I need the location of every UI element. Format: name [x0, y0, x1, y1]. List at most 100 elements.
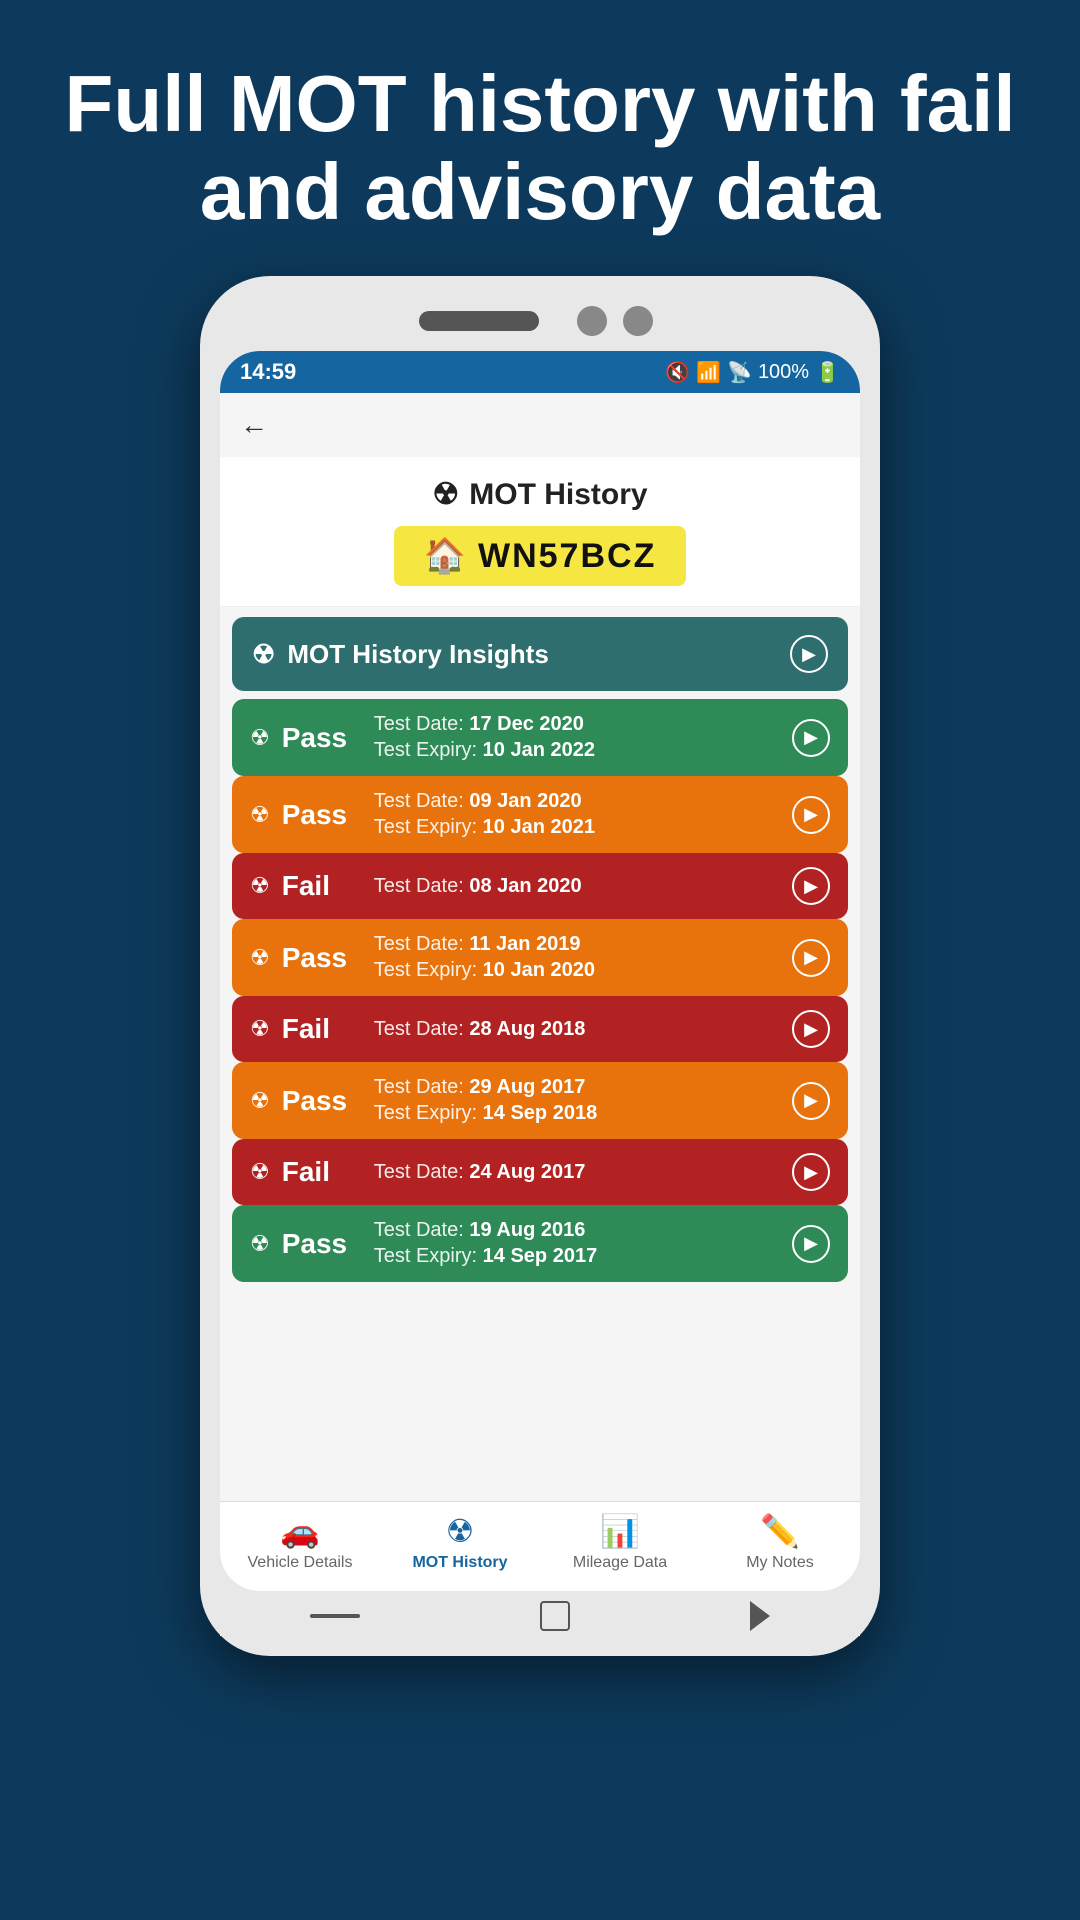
- mot-dates-7: Test Date: 19 Aug 2016 Test Expiry: 14 Se…: [374, 1219, 597, 1268]
- mot-test-date-6: Test Date: 24 Aug 2017: [374, 1161, 586, 1184]
- mot-play-btn-6[interactable]: ▶: [792, 1153, 830, 1191]
- phone-top-bar: [220, 296, 860, 351]
- nav-item-vehicle-details[interactable]: 🚗 Vehicle Details: [220, 1512, 380, 1583]
- mot-expiry-0: Test Expiry: 10 Jan 2022: [374, 739, 595, 762]
- signal-icon: 📡: [727, 360, 752, 385]
- back-button[interactable]: ←: [240, 409, 268, 441]
- mot-play-btn-4[interactable]: ▶: [792, 1010, 830, 1048]
- mot-result-3: Pass: [282, 942, 362, 974]
- mot-hazmat-icon-4: ☢: [250, 1016, 270, 1042]
- mot-test-date-7: Test Date: 19 Aug 2016: [374, 1219, 597, 1242]
- mot-play-btn-0[interactable]: ▶: [792, 719, 830, 757]
- home-nav-recent[interactable]: [310, 1614, 360, 1618]
- mot-hazmat-icon-7: ☢: [250, 1231, 270, 1257]
- mot-dates-6: Test Date: 24 Aug 2017: [374, 1161, 586, 1184]
- hazmat-nav-icon: ☢: [446, 1512, 475, 1550]
- mot-hazmat-icon-3: ☢: [250, 945, 270, 971]
- battery-text: 100%: [758, 361, 809, 384]
- mot-result-7: Pass: [282, 1228, 362, 1260]
- mot-dates-1: Test Date: 09 Jan 2020 Test Expiry: 10 Ja…: [374, 790, 595, 839]
- page-title-section: ☢ MOT History 🏠 WN57BCZ: [220, 457, 860, 607]
- mot-test-date-4: Test Date: 28 Aug 2018: [374, 1018, 586, 1041]
- phone-camera-left: [577, 306, 607, 336]
- mot-hazmat-icon-0: ☢: [250, 725, 270, 751]
- mot-test-date-1: Test Date: 09 Jan 2020: [374, 790, 595, 813]
- mot-test-date-3: Test Date: 11 Jan 2019: [374, 933, 595, 956]
- mot-result-6: Fail: [282, 1156, 362, 1188]
- insights-row[interactable]: ☢ MOT History Insights ▶: [232, 617, 848, 691]
- bottom-nav: 🚗 Vehicle Details ☢ MOT History 📊 Mileag…: [220, 1501, 860, 1591]
- pencil-icon: ✏️: [760, 1512, 800, 1550]
- insights-label: MOT History Insights: [287, 639, 548, 670]
- mot-dates-0: Test Date: 17 Dec 2020 Test Expiry: 10 Ja…: [374, 713, 595, 762]
- mot-row-left-1: ☢PassTest Date: 09 Jan 2020Test Expiry: …: [250, 790, 595, 839]
- plate-badge: 🏠 WN57BCZ: [394, 526, 687, 586]
- car-icon: 🚗: [280, 1512, 320, 1550]
- mot-dates-3: Test Date: 11 Jan 2019 Test Expiry: 10 Ja…: [374, 933, 595, 982]
- mot-row-left-7: ☢ Pass Test Date: 19 Aug 2016 Test Expiry: …: [250, 1219, 597, 1268]
- nav-label-mot: MOT History: [412, 1554, 507, 1572]
- mot-play-btn-5[interactable]: ▶: [792, 1082, 830, 1120]
- scroll-content[interactable]: ☢ MOT History Insights ▶ ☢PassTest Date:…: [220, 607, 860, 1501]
- mot-result-2: Fail: [282, 870, 362, 902]
- mot-play-btn-2[interactable]: ▶: [792, 867, 830, 905]
- mot-row-left-0: ☢ Pass Test Date: 17 Dec 2020 Test Expiry: …: [250, 713, 595, 762]
- hero-text: Full MOT history with fail and advisory …: [0, 0, 1080, 276]
- mot-test-date-0: Test Date: 17 Dec 2020: [374, 713, 595, 736]
- nav-label-vehicle: Vehicle Details: [248, 1554, 353, 1572]
- mot-row-7[interactable]: ☢ Pass Test Date: 19 Aug 2016 Test Expiry: …: [232, 1205, 848, 1282]
- mute-icon: 🔇: [665, 360, 690, 385]
- phone-screen: 14:59 🔇 📶 📡 100% 🔋 ← ☢ MOT History 🏠 WN5…: [220, 351, 860, 1591]
- mot-row-left-5: ☢PassTest Date: 29 Aug 2017Test Expiry: …: [250, 1076, 597, 1125]
- wifi-icon: 📶: [696, 360, 721, 385]
- phone-speaker: [419, 311, 539, 331]
- mot-test-date-2: Test Date: 08 Jan 2020: [374, 875, 582, 898]
- mot-row-6[interactable]: ☢ Fail Test Date: 24 Aug 2017 ▶: [232, 1139, 848, 1205]
- status-time: 14:59: [240, 359, 296, 385]
- phone-camera-right: [623, 306, 653, 336]
- mot-row-1[interactable]: ☢PassTest Date: 09 Jan 2020Test Expiry: …: [232, 776, 848, 853]
- home-indicator: [220, 1591, 860, 1636]
- status-icons: 🔇 📶 📡 100% 🔋: [665, 360, 840, 385]
- mot-row-left-4: ☢FailTest Date: 28 Aug 2018: [250, 1013, 585, 1045]
- mot-expiry-1: Test Expiry: 10 Jan 2021: [374, 816, 595, 839]
- mot-dates-2: Test Date: 08 Jan 2020: [374, 875, 582, 898]
- mot-hazmat-icon-1: ☢: [250, 802, 270, 828]
- nav-label-notes: My Notes: [746, 1554, 814, 1572]
- chart-icon: 📊: [600, 1512, 640, 1550]
- mot-expiry-5: Test Expiry: 14 Sep 2018: [374, 1102, 597, 1125]
- mot-result-0: Pass: [282, 722, 362, 754]
- mot-expiry-7: Test Expiry: 14 Sep 2017: [374, 1245, 597, 1268]
- mot-result-5: Pass: [282, 1085, 362, 1117]
- mot-row-5[interactable]: ☢PassTest Date: 29 Aug 2017Test Expiry: …: [232, 1062, 848, 1139]
- insights-hazmat-icon: ☢: [252, 639, 275, 670]
- mot-dates-5: Test Date: 29 Aug 2017Test Expiry: 14 Se…: [374, 1076, 597, 1125]
- mot-play-btn-7[interactable]: ▶: [792, 1225, 830, 1263]
- mot-row-4[interactable]: ☢FailTest Date: 28 Aug 2018 ▶: [232, 996, 848, 1062]
- insights-left: ☢ MOT History Insights: [252, 639, 549, 670]
- mot-title-icon: ☢: [432, 477, 459, 512]
- mot-records-list: ☢ Pass Test Date: 17 Dec 2020 Test Expiry: …: [232, 699, 848, 1282]
- battery-icon: 🔋: [815, 360, 840, 385]
- home-nav-home[interactable]: [540, 1601, 570, 1631]
- mot-row-0[interactable]: ☢ Pass Test Date: 17 Dec 2020 Test Expiry: …: [232, 699, 848, 776]
- mot-play-btn-1[interactable]: ▶: [792, 796, 830, 834]
- mot-expiry-3: Test Expiry: 10 Jan 2020: [374, 959, 595, 982]
- mot-play-btn-3[interactable]: ▶: [792, 939, 830, 977]
- status-bar: 14:59 🔇 📶 📡 100% 🔋: [220, 351, 860, 393]
- page-title: ☢ MOT History: [240, 477, 840, 512]
- mot-dates-4: Test Date: 28 Aug 2018: [374, 1018, 586, 1041]
- page-title-text: MOT History: [469, 478, 647, 512]
- mot-hazmat-icon-2: ☢: [250, 873, 270, 899]
- mot-hazmat-icon-6: ☢: [250, 1159, 270, 1185]
- nav-item-mot-history[interactable]: ☢ MOT History: [380, 1512, 540, 1583]
- mot-row-2[interactable]: ☢ Fail Test Date: 08 Jan 2020 ▶: [232, 853, 848, 919]
- home-nav-back[interactable]: [750, 1601, 770, 1631]
- mot-row-left-6: ☢ Fail Test Date: 24 Aug 2017: [250, 1156, 585, 1188]
- mot-row-3[interactable]: ☢ Pass Test Date: 11 Jan 2019 Test Expiry: …: [232, 919, 848, 996]
- nav-item-notes[interactable]: ✏️ My Notes: [700, 1512, 860, 1583]
- insights-play-button[interactable]: ▶: [790, 635, 828, 673]
- plate-text: WN57BCZ: [478, 537, 656, 576]
- mot-row-left-2: ☢ Fail Test Date: 08 Jan 2020: [250, 870, 582, 902]
- nav-item-mileage[interactable]: 📊 Mileage Data: [540, 1512, 700, 1583]
